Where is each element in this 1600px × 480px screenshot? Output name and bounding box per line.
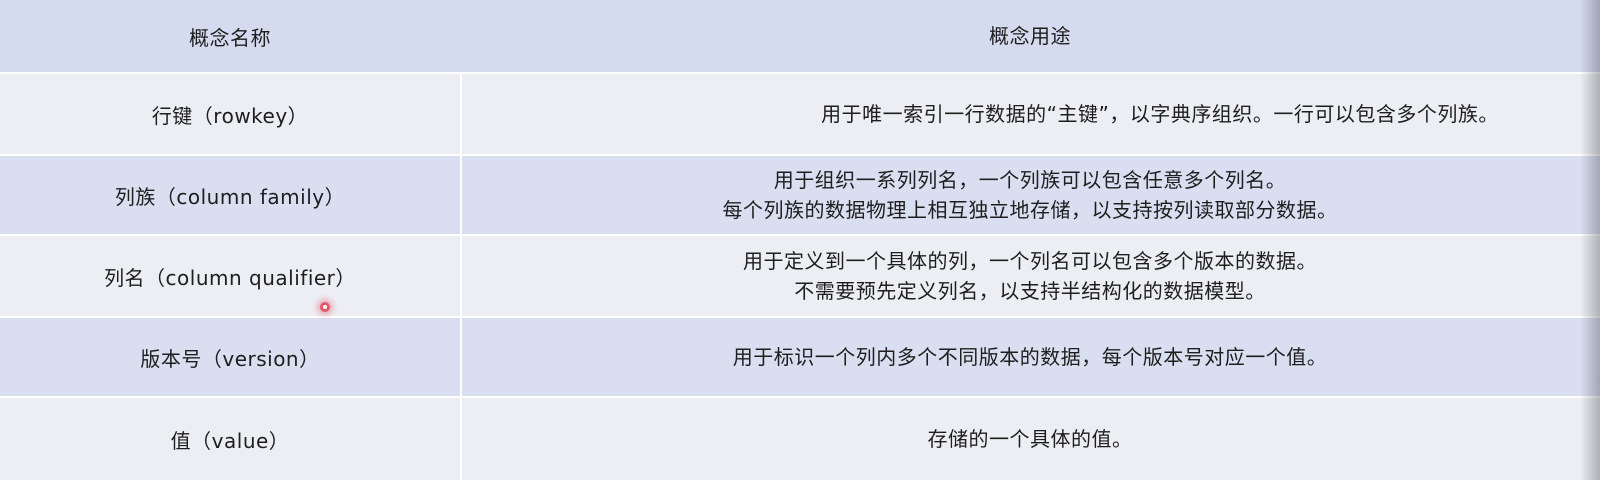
row-divider bbox=[0, 154, 1600, 156]
window-edge-shadow bbox=[1580, 0, 1600, 480]
concept-use-cell: 用于组织一系列列名，一个列族可以包含任意多个列名。 每个列族的数据物理上相互独立… bbox=[460, 156, 1600, 234]
row-divider bbox=[0, 234, 1600, 236]
concept-name-cell: 列名（column qualifier） bbox=[104, 265, 356, 290]
concept-use-line: 用于定义到一个具体的列，一个列名可以包含多个版本的数据。 bbox=[743, 249, 1317, 273]
concept-use-line: 每个列族的数据物理上相互独立地存储，以支持按列读取部分数据。 bbox=[722, 198, 1338, 222]
concept-use-line: 用于组织一系列列名，一个列族可以包含任意多个列名。 bbox=[773, 168, 1287, 192]
concept-use-cell: 用于定义到一个具体的列，一个列名可以包含多个版本的数据。 不需要预先定义列名，以… bbox=[460, 236, 1600, 316]
table-row: 版本号（version） 用于标识一个列内多个不同版本的数据，每个版本号对应一个… bbox=[0, 318, 1600, 396]
row-divider bbox=[0, 316, 1600, 318]
concept-name-cell: 版本号（version） bbox=[140, 346, 320, 371]
table-header-row: 概念名称 概念用途 bbox=[0, 0, 1600, 72]
row-divider bbox=[0, 396, 1600, 398]
table-row: 值（value） 存储的一个具体的值。 bbox=[0, 398, 1600, 480]
concept-name-cell: 列族（column family） bbox=[114, 184, 346, 209]
header-concept-use: 概念用途 bbox=[989, 24, 1071, 48]
concept-use-cell: 存储的一个具体的值。 bbox=[460, 398, 1600, 480]
cursor-highlight-icon bbox=[320, 302, 330, 312]
concept-use-line: 用于唯一索引一行数据的“主键”，以字典序组织。一行可以包含多个列族。 bbox=[821, 102, 1499, 126]
concept-table: 概念名称 概念用途 行键（rowkey） 用于唯一索引一行数据的“主键”，以字典… bbox=[0, 0, 1600, 480]
column-divider bbox=[460, 72, 462, 480]
concept-use-line: 不需要预先定义列名，以支持半结构化的数据模型。 bbox=[794, 279, 1266, 303]
concept-use-line: 存储的一个具体的值。 bbox=[927, 427, 1133, 451]
table-row: 列名（column qualifier） 用于定义到一个具体的列，一个列名可以包… bbox=[0, 236, 1600, 316]
concept-use-line: 用于标识一个列内多个不同版本的数据，每个版本号对应一个值。 bbox=[732, 345, 1328, 369]
header-concept-name: 概念名称 bbox=[189, 25, 271, 50]
table-row: 列族（column family） 用于组织一系列列名，一个列族可以包含任意多个… bbox=[0, 156, 1600, 234]
table-row: 行键（rowkey） 用于唯一索引一行数据的“主键”，以字典序组织。一行可以包含… bbox=[0, 74, 1600, 154]
concept-use-cell: 用于唯一索引一行数据的“主键”，以字典序组织。一行可以包含多个列族。 bbox=[460, 74, 1600, 154]
concept-name-cell: 值（value） bbox=[170, 428, 290, 453]
concept-use-cell: 用于标识一个列内多个不同版本的数据，每个版本号对应一个值。 bbox=[460, 318, 1600, 396]
concept-name-cell: 行键（rowkey） bbox=[151, 103, 309, 128]
row-divider bbox=[0, 72, 1600, 74]
